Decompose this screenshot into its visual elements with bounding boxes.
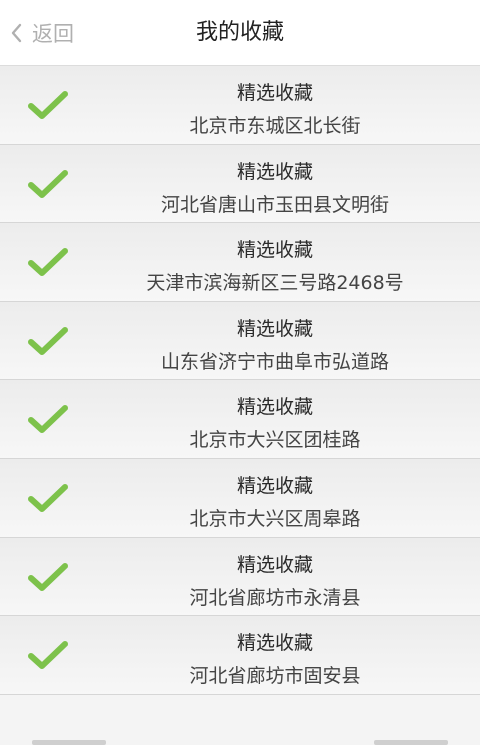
- item-title: 精选收藏: [236, 317, 313, 340]
- list-item[interactable]: 精选收藏 河北省廊坊市永清县: [0, 537, 480, 617]
- check-icon: [28, 169, 68, 198]
- item-address: 山东省济宁市曲阜市弘道路: [160, 350, 389, 373]
- check-icon: [28, 91, 68, 119]
- item-title: 精选收藏: [236, 82, 313, 104]
- favorites-list: 精选收藏 北京市东城区北长街 精选收藏 河北省唐山市玉田县文明街 精选收藏 天津…: [0, 66, 480, 695]
- item-address: 北京市大兴区周皋路: [189, 507, 361, 530]
- bottom-button-left[interactable]: [32, 740, 106, 745]
- item-address: 天津市滨海新区三号路2468号: [146, 272, 404, 295]
- bottom-button-right[interactable]: [374, 740, 448, 745]
- item-address: 河北省廊坊市永清县: [189, 586, 361, 609]
- page-title: 我的收藏: [195, 20, 284, 45]
- check-icon: [28, 562, 68, 591]
- header-bar: 返回 我的收藏: [0, 0, 480, 66]
- check-icon: [28, 405, 68, 434]
- item-address: 河北省廊坊市固安县: [189, 665, 361, 688]
- check-icon: [28, 248, 68, 277]
- item-address: 北京市东城区北长街: [189, 115, 361, 137]
- check-icon: [28, 326, 68, 355]
- list-item[interactable]: 精选收藏 天津市滨海新区三号路2468号: [0, 223, 480, 302]
- list-item[interactable]: 精选收藏 北京市东城区北长街: [0, 66, 480, 145]
- item-title: 精选收藏: [236, 474, 313, 497]
- list-item[interactable]: 精选收藏 北京市大兴区团桂路: [0, 380, 480, 459]
- item-title: 精选收藏: [236, 160, 313, 183]
- item-address: 北京市大兴区团桂路: [189, 429, 361, 452]
- item-title: 精选收藏: [236, 632, 313, 655]
- list-item[interactable]: 精选收藏 山东省济宁市曲阜市弘道路: [0, 301, 480, 381]
- item-title: 精选收藏: [236, 239, 313, 262]
- item-title: 精选收藏: [236, 396, 313, 419]
- list-item[interactable]: 精选收藏 河北省唐山市玉田县文明街: [0, 144, 480, 224]
- check-icon: [28, 483, 68, 512]
- item-address: 河北省唐山市玉田县文明街: [160, 193, 389, 216]
- item-title: 精选收藏: [236, 553, 313, 576]
- list-item[interactable]: 精选收藏 北京市大兴区周皋路: [0, 458, 480, 538]
- list-item[interactable]: 精选收藏 河北省廊坊市固安县: [0, 616, 480, 695]
- check-icon: [28, 641, 68, 670]
